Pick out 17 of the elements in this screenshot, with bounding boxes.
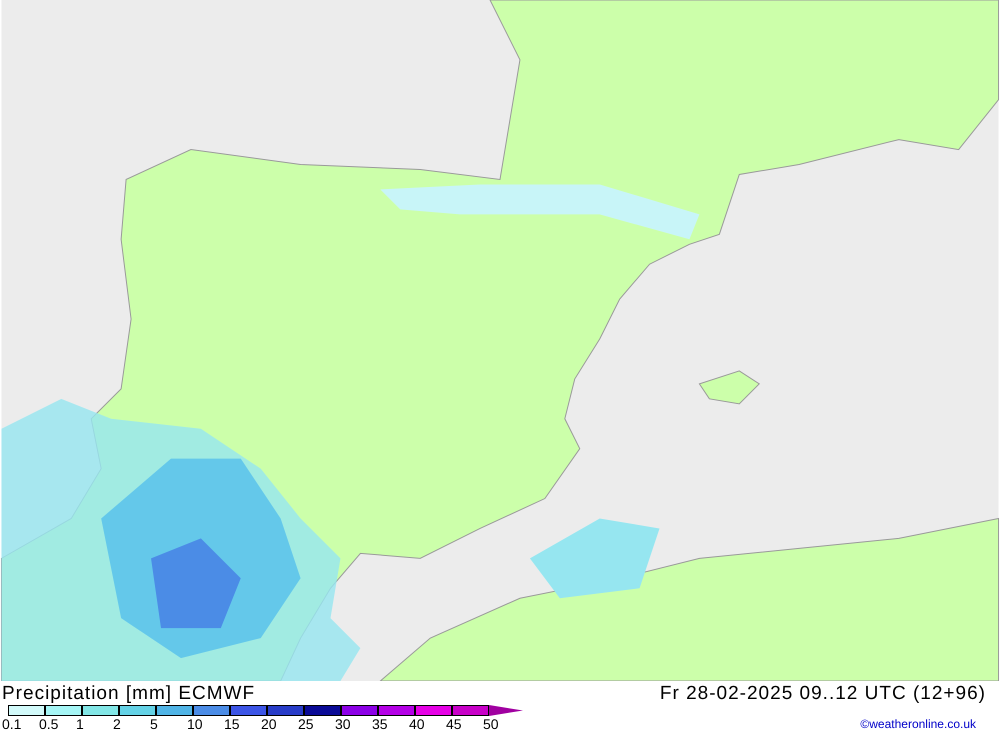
legend-label: 2 bbox=[113, 716, 122, 732]
legend-label: 40 bbox=[409, 716, 426, 732]
credit-text: ©weatheronline.co.uk bbox=[860, 716, 977, 733]
map-title: Precipitation [mm] ECMWF bbox=[2, 684, 256, 702]
legend-label: 50 bbox=[483, 716, 500, 732]
legend-label: 10 bbox=[187, 716, 204, 732]
legend-label: 1 bbox=[76, 716, 85, 732]
legend-label: 15 bbox=[224, 716, 241, 732]
legend-label: 30 bbox=[335, 716, 352, 732]
legend-label: 25 bbox=[298, 716, 315, 732]
legend-label: 20 bbox=[261, 716, 278, 732]
legend-label: 45 bbox=[446, 716, 463, 732]
valid-time: Fr 28-02-2025 09..12 UTC (12+96) bbox=[660, 684, 987, 702]
legend-label: 5 bbox=[150, 716, 159, 732]
legend-label: 0.5 bbox=[39, 716, 60, 732]
legend-label: 35 bbox=[372, 716, 389, 732]
legend-label: 0.1 bbox=[2, 716, 22, 732]
